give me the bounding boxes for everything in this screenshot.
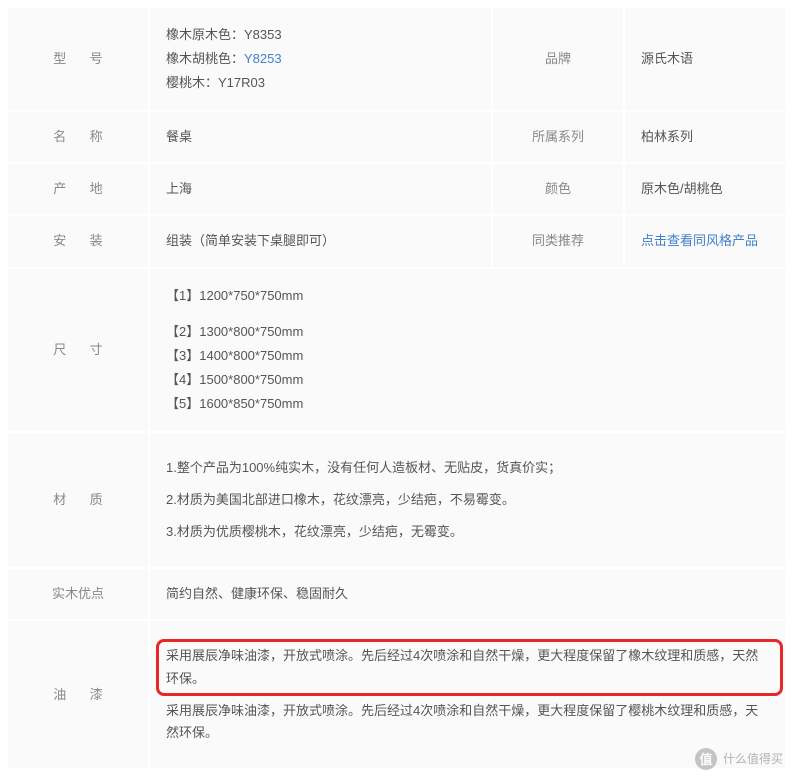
row-advantage: 实木优点 简约自然、健康环保、稳固耐久 xyxy=(8,569,785,619)
value-advantage: 简约自然、健康环保、稳固耐久 xyxy=(150,569,785,619)
spec-table: 型号 橡木原木色：Y8353 橡木胡桃色：Y8253 樱桃木：Y17R03 品牌… xyxy=(6,6,787,770)
value-material: 1.整个产品为100%纯实木，没有任何人造板材、无贴皮，货真价实； 2.材质为美… xyxy=(150,433,785,567)
row-size: 尺寸 【1】1200*750*750mm 【2】1300*800*750mm 【… xyxy=(8,269,785,431)
label-similar: 同类推荐 xyxy=(493,216,623,266)
label-model: 型号 xyxy=(8,8,148,110)
row-material: 材质 1.整个产品为100%纯实木，没有任何人造板材、无贴皮，货真价实； 2.材… xyxy=(8,433,785,567)
label-size: 尺寸 xyxy=(8,269,148,431)
link-similar-products[interactable]: 点击查看同风格产品 xyxy=(641,233,758,248)
value-brand: 源氏木语 xyxy=(625,8,785,110)
label-brand: 品牌 xyxy=(493,8,623,110)
model-link-y8253[interactable]: Y8253 xyxy=(244,51,282,66)
label-color: 颜色 xyxy=(493,164,623,214)
value-paint: 采用展辰净味油漆，开放式喷涂。先后经过4次喷涂和自然干燥，更大程度保留了橡木纹理… xyxy=(150,621,785,767)
value-model: 橡木原木色：Y8353 橡木胡桃色：Y8253 樱桃木：Y17R03 xyxy=(150,8,491,110)
row-model: 型号 橡木原木色：Y8353 橡木胡桃色：Y8253 樱桃木：Y17R03 品牌… xyxy=(8,8,785,110)
value-name: 餐桌 xyxy=(150,112,491,162)
label-install: 安装 xyxy=(8,216,148,266)
label-name: 名称 xyxy=(8,112,148,162)
row-paint: 油漆 采用展辰净味油漆，开放式喷涂。先后经过4次喷涂和自然干燥，更大程度保留了橡… xyxy=(8,621,785,767)
value-size: 【1】1200*750*750mm 【2】1300*800*750mm 【3】1… xyxy=(150,269,785,431)
value-install: 组装（简单安装下桌腿即可） xyxy=(150,216,491,266)
value-similar: 点击查看同风格产品 xyxy=(625,216,785,266)
label-advantage: 实木优点 xyxy=(8,569,148,619)
label-series: 所属系列 xyxy=(493,112,623,162)
label-material: 材质 xyxy=(8,433,148,567)
label-paint: 油漆 xyxy=(8,621,148,767)
value-color: 原木色/胡桃色 xyxy=(625,164,785,214)
value-origin: 上海 xyxy=(150,164,491,214)
row-install: 安装 组装（简单安装下桌腿即可） 同类推荐 点击查看同风格产品 xyxy=(8,216,785,266)
label-origin: 产地 xyxy=(8,164,148,214)
row-name: 名称 餐桌 所属系列 柏林系列 xyxy=(8,112,785,162)
row-origin: 产地 上海 颜色 原木色/胡桃色 xyxy=(8,164,785,214)
value-series: 柏林系列 xyxy=(625,112,785,162)
